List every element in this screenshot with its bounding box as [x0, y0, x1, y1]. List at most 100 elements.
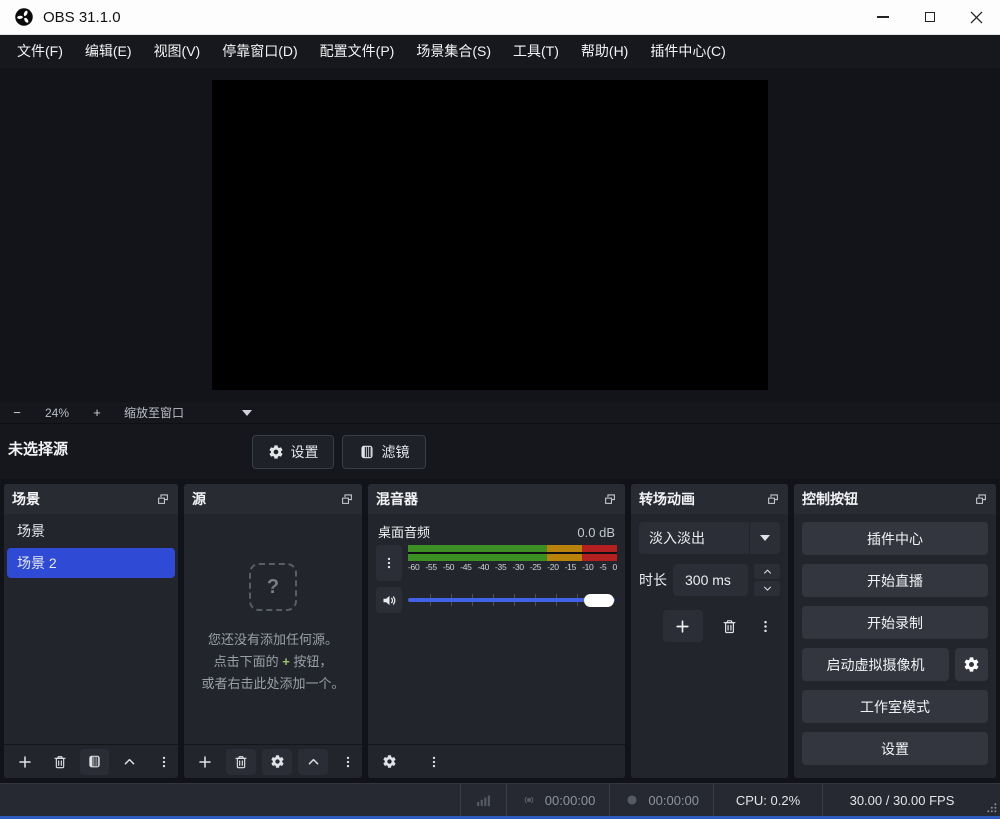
mixer-body: 桌面音频 0.0 dB -60-55-50-45-40-35-30-25-20-…	[368, 514, 625, 744]
move-source-up-button[interactable]	[298, 749, 328, 775]
chevron-down-icon	[762, 583, 773, 594]
connection-status	[460, 784, 506, 816]
transition-select[interactable]: 淡入淡出	[639, 522, 780, 554]
popout-icon[interactable]	[974, 492, 988, 506]
zoom-out-button[interactable]: −	[6, 405, 28, 420]
start-virtual-camera-button[interactable]: 启动虚拟摄像机	[802, 648, 949, 681]
remove-transition-button[interactable]	[715, 613, 745, 639]
menu-item-edit[interactable]: 编辑(E)	[74, 35, 143, 68]
source-filters-label: 滤镜	[382, 442, 410, 462]
audio-mixer-dock: 混音器 桌面音频 0.0 dB -60-55-50-45-40-35-30-25…	[368, 484, 625, 778]
dots-vertical-icon	[758, 619, 773, 634]
window-title: OBS 31.1.0	[43, 9, 121, 26]
maximize-button[interactable]	[906, 0, 953, 34]
start-recording-button[interactable]: 开始录制	[802, 606, 988, 639]
mixer-menu-button[interactable]	[426, 749, 442, 775]
sources-menu-button[interactable]	[340, 749, 356, 775]
sources-dock: 源 ? 您还没有添加任何源。 点击下面的 + 按钮， 或者右击此处添加一个。	[184, 484, 362, 778]
scenes-menu-button[interactable]	[157, 749, 173, 775]
filter-icon	[87, 754, 102, 769]
scenes-dock-header: 场景	[4, 484, 178, 514]
source-properties-toolbar-button[interactable]	[262, 749, 292, 775]
add-scene-button[interactable]	[10, 749, 39, 775]
advanced-audio-button[interactable]	[374, 749, 404, 775]
popout-icon[interactable]	[766, 492, 780, 506]
scenes-dock-title: 场景	[12, 489, 40, 509]
record-timer: 00:00:00	[609, 784, 713, 816]
resize-grip[interactable]	[981, 784, 1000, 816]
settings-button[interactable]: 设置	[802, 732, 988, 765]
status-bar: 00:00:00 00:00:00 CPU: 0.2% 30.00 / 30.0…	[0, 783, 1000, 816]
remove-source-button[interactable]	[226, 749, 256, 775]
scene-filters-button[interactable]	[80, 749, 109, 775]
scene-item[interactable]: 场景	[7, 516, 175, 546]
scenes-dock: 场景 场景 场景 2	[4, 484, 178, 778]
scene-item-selected[interactable]: 场景 2	[7, 548, 175, 578]
menu-item-file[interactable]: 文件(F)	[6, 35, 74, 68]
sources-empty-state: ? 您还没有添加任何源。 点击下面的 + 按钮， 或者右击此处添加一个。	[184, 514, 362, 744]
grip-dots-icon	[986, 802, 997, 813]
menu-item-plugin-center[interactable]: 插件中心(C)	[639, 35, 736, 68]
menu-item-scene-collection[interactable]: 场景集合(S)	[405, 35, 502, 68]
trash-icon	[52, 754, 68, 770]
add-source-button[interactable]	[190, 749, 220, 775]
chevron-up-icon	[122, 754, 137, 769]
volume-meter-bar-left	[408, 545, 617, 552]
duration-decrease-button[interactable]	[754, 581, 780, 596]
title-bar: OBS 31.1.0	[0, 0, 1000, 35]
virtual-camera-settings-button[interactable]	[955, 648, 988, 681]
fit-to-window-label[interactable]: 缩放至窗口	[124, 404, 184, 421]
start-streaming-button[interactable]: 开始直播	[802, 564, 988, 597]
preview-zoom-toolbar: − 24% + 缩放至窗口	[0, 402, 1000, 424]
source-properties-button[interactable]: 设置	[252, 435, 334, 469]
move-scene-up-button[interactable]	[115, 749, 144, 775]
source-properties-label: 设置	[291, 442, 319, 462]
zoom-level: 24%	[28, 406, 86, 420]
duration-input[interactable]: 300 ms	[673, 564, 748, 596]
popout-icon[interactable]	[340, 492, 354, 506]
source-filters-button[interactable]: 滤镜	[342, 435, 426, 469]
gear-advanced-icon	[382, 754, 397, 769]
zoom-dropdown-icon[interactable]	[242, 410, 252, 416]
slider-handle[interactable]	[584, 594, 614, 607]
transitions-dock-title: 转场动画	[639, 489, 695, 509]
audio-source-name: 桌面音频	[378, 522, 430, 541]
menu-item-docks[interactable]: 停靠窗口(D)	[211, 35, 308, 68]
volume-slider[interactable]	[408, 591, 615, 609]
mixer-toolbar	[368, 744, 625, 778]
stream-timer: 00:00:00	[506, 784, 610, 816]
studio-mode-button[interactable]: 工作室模式	[802, 690, 988, 723]
transition-select-value: 淡入淡出	[639, 528, 749, 548]
signal-bars-icon	[475, 792, 492, 809]
preview-canvas[interactable]	[212, 80, 768, 390]
minimize-button[interactable]	[859, 0, 906, 34]
plugin-center-button[interactable]: 插件中心	[802, 522, 988, 555]
trash-icon	[233, 754, 249, 770]
obs-logo-icon	[14, 7, 34, 27]
chevron-down-icon	[760, 535, 770, 541]
menu-item-help[interactable]: 帮助(H)	[570, 35, 639, 68]
menu-item-tools[interactable]: 工具(T)	[502, 35, 570, 68]
popout-icon[interactable]	[156, 492, 170, 506]
menu-item-profile[interactable]: 配置文件(P)	[309, 35, 406, 68]
transition-properties-button[interactable]	[757, 613, 775, 639]
add-transition-button[interactable]	[663, 610, 703, 642]
popout-icon[interactable]	[603, 492, 617, 506]
controls-body: 插件中心 开始直播 开始录制 启动虚拟摄像机 工作室模式 设置	[794, 514, 996, 778]
duration-increase-button[interactable]	[754, 564, 780, 579]
duration-label: 时长	[639, 570, 667, 590]
mute-button[interactable]	[376, 587, 402, 613]
volume-db-label: 0.0 dB	[577, 525, 615, 540]
sources-toolbar	[184, 744, 362, 778]
maximize-icon	[925, 12, 935, 22]
fps-indicator: 30.00 / 30.00 FPS	[822, 784, 981, 816]
close-button[interactable]	[953, 0, 1000, 34]
zoom-in-button[interactable]: +	[86, 405, 108, 420]
audio-source-menu-button[interactable]	[376, 545, 402, 581]
mixer-dock-header: 混音器	[368, 484, 625, 514]
menu-item-view[interactable]: 视图(V)	[143, 35, 212, 68]
remove-scene-button[interactable]	[45, 749, 74, 775]
source-list[interactable]: ? 您还没有添加任何源。 点击下面的 + 按钮， 或者右击此处添加一个。	[184, 514, 362, 744]
question-mark-icon: ?	[249, 563, 297, 611]
cpu-usage: CPU: 0.2%	[713, 784, 822, 816]
